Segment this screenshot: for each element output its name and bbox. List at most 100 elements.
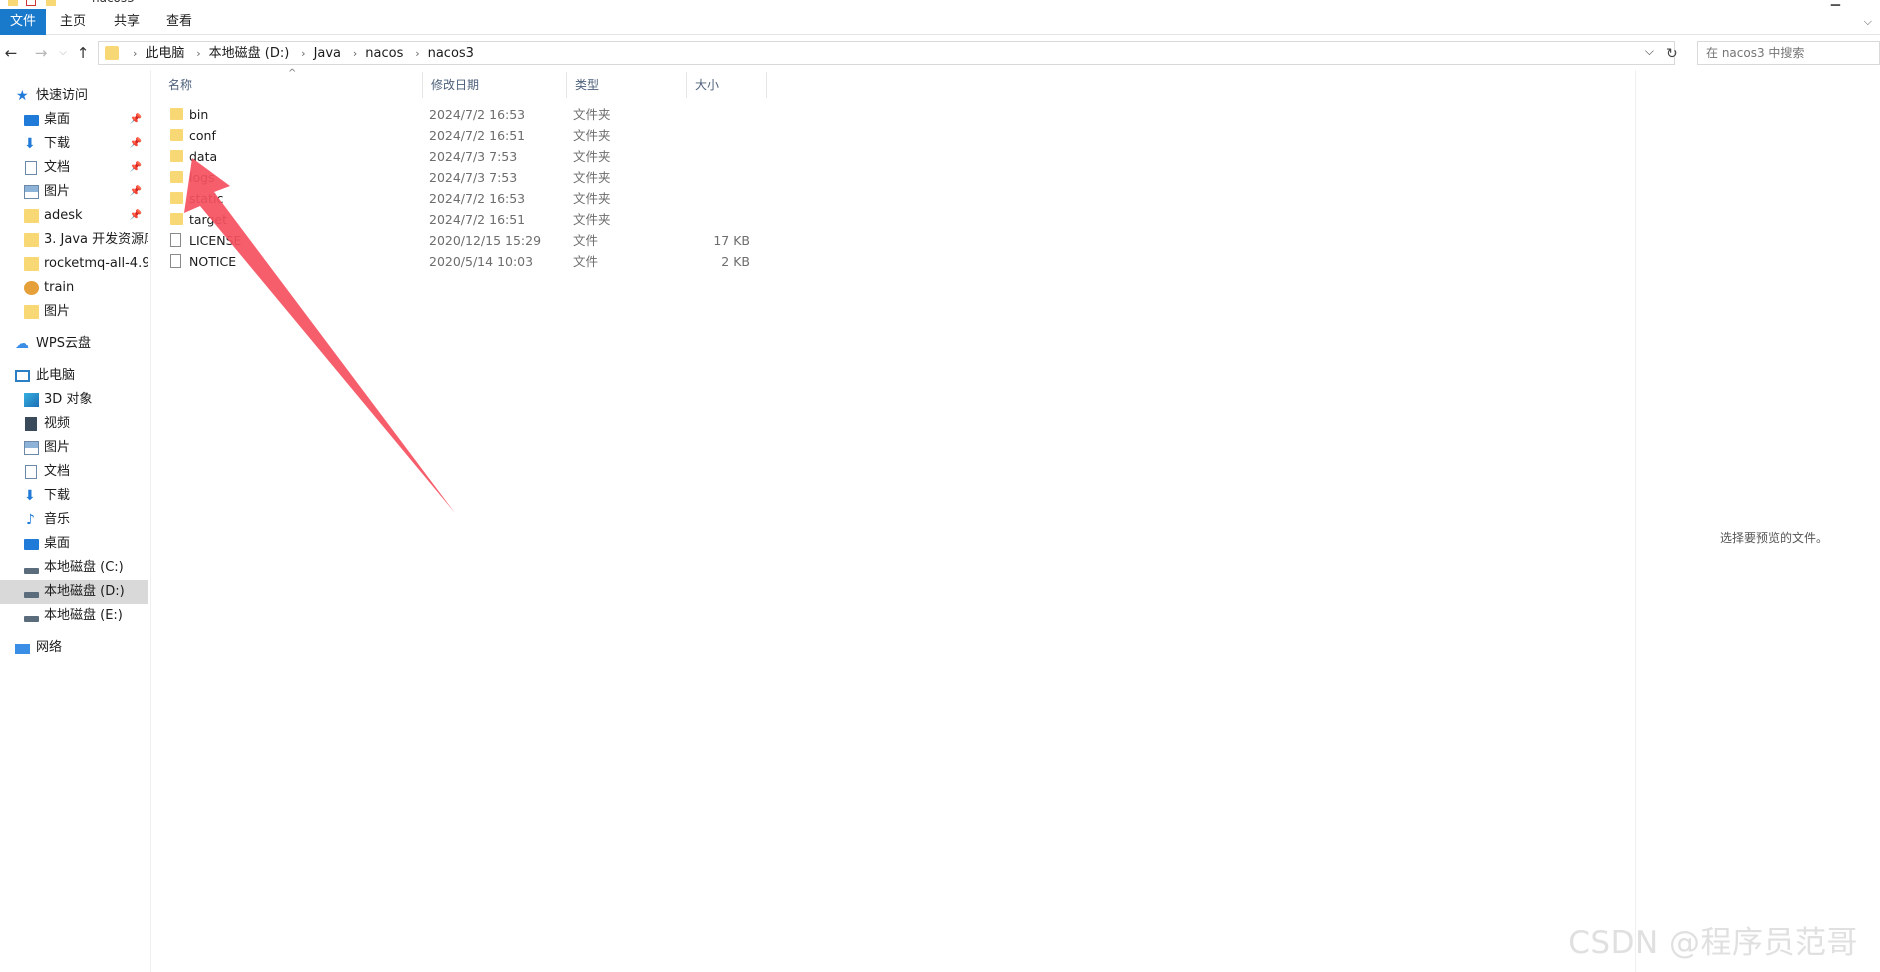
star-icon: ★ <box>16 88 29 104</box>
refresh-icon[interactable]: ↻ <box>1666 46 1678 62</box>
sidebar-item-label: 文档 <box>44 160 71 175</box>
sidebar-item-quick-access[interactable]: ★ 快速访问 <box>0 84 148 108</box>
picture-icon <box>24 441 39 455</box>
file-row[interactable]: data 2024/7/3 7:53 文件夹 <box>160 146 770 167</box>
sidebar-item-java-resources[interactable]: 3. Java 开发资源库 <box>0 228 148 252</box>
sidebar-item-train[interactable]: train <box>0 276 148 300</box>
drive-icon <box>24 616 39 622</box>
chevron-right-icon[interactable]: › <box>415 47 419 60</box>
sidebar-item-pc-desktop[interactable]: 桌面 <box>0 532 148 556</box>
desktop-icon <box>24 115 39 126</box>
chevron-down-icon[interactable]: ⌵ <box>1864 15 1872 29</box>
file-name: NOTICE <box>189 254 237 269</box>
file-size: 2 KB <box>721 254 750 269</box>
sidebar-item-label: adesk <box>44 208 83 223</box>
breadcrumb-nacos3[interactable]: nacos3 <box>428 46 474 61</box>
sidebar-item-label: 下载 <box>44 136 71 151</box>
column-name[interactable]: 名称 <box>160 72 423 98</box>
breadcrumb-drive-d[interactable]: 本地磁盘 (D:) <box>209 46 290 61</box>
pane-divider[interactable] <box>150 70 151 972</box>
pin-icon: 📌 <box>129 114 142 125</box>
sidebar-item-downloads[interactable]: ⬇ 下载 📌 <box>0 132 148 156</box>
column-type[interactable]: 类型 <box>567 72 687 98</box>
up-arrow-icon[interactable]: ↑ <box>72 42 94 64</box>
chevron-right-icon[interactable]: › <box>133 47 137 60</box>
document-icon <box>25 465 37 479</box>
tab-view[interactable]: 查看 <box>156 9 202 35</box>
new-folder-icon[interactable] <box>46 0 56 6</box>
search-box[interactable] <box>1697 41 1880 65</box>
file-row[interactable]: logs 2024/7/3 7:53 文件夹 <box>160 167 770 188</box>
sidebar-item-rocketmq[interactable]: rocketmq-all-4.9.5 <box>0 252 148 276</box>
address-dropdown-icon[interactable]: ⌵ <box>1645 44 1654 59</box>
sidebar-item-pictures[interactable]: 图片 📌 <box>0 180 148 204</box>
sidebar-item-pictures-folder[interactable]: 图片 <box>0 300 148 324</box>
tab-home[interactable]: 主页 <box>50 9 96 35</box>
file-modified: 2024/7/2 16:51 <box>429 212 526 227</box>
sidebar-item-drive-c[interactable]: 本地磁盘 (C:) <box>0 556 148 580</box>
pin-icon: 📌 <box>129 162 142 173</box>
file-type: 文件夹 <box>573 128 611 143</box>
sidebar-item-3d-objects[interactable]: 3D 对象 <box>0 388 148 412</box>
folder-icon <box>170 150 183 162</box>
search-input[interactable] <box>1698 42 1868 64</box>
sidebar-item-documents[interactable]: 文档 📌 <box>0 156 148 180</box>
file-row[interactable]: LICENSE 2020/12/15 15:29 文件 17 KB <box>160 230 770 251</box>
music-icon: ♪ <box>26 512 35 528</box>
file-modified: 2024/7/2 16:53 <box>429 107 526 122</box>
sidebar-item-drive-e[interactable]: 本地磁盘 (E:) <box>0 604 148 628</box>
tab-file[interactable]: 文件 <box>0 9 46 35</box>
sidebar-item-adesk[interactable]: adesk 📌 <box>0 204 148 228</box>
pin-icon: 📌 <box>129 186 142 197</box>
chevron-right-icon[interactable]: › <box>196 47 200 60</box>
breadcrumb-this-pc[interactable]: 此电脑 <box>145 46 184 61</box>
file-row[interactable]: static 2024/7/2 16:53 文件夹 <box>160 188 770 209</box>
properties-icon[interactable] <box>26 0 36 6</box>
tab-share[interactable]: 共享 <box>104 9 150 35</box>
recent-locations-chevron-icon[interactable]: ⌵ <box>52 42 74 64</box>
folder-icon <box>24 305 39 319</box>
breadcrumb: › 此电脑 › 本地磁盘 (D:) › Java › nacos › nacos3 <box>125 42 474 64</box>
sidebar-item-wps-cloud[interactable]: ☁ WPS云盘 <box>0 332 148 356</box>
file-row[interactable]: target 2024/7/2 16:51 文件夹 <box>160 209 770 230</box>
sidebar-item-desktop[interactable]: 桌面 📌 <box>0 108 148 132</box>
file-name: data <box>189 149 218 164</box>
file-row[interactable]: NOTICE 2020/5/14 10:03 文件 2 KB <box>160 251 770 272</box>
sidebar-item-drive-d[interactable]: 本地磁盘 (D:) <box>0 580 148 604</box>
navigation-bar: ← → ⌵ ↑ › 此电脑 › 本地磁盘 (D:) › Java › nacos › na… <box>0 38 1880 68</box>
back-arrow-icon[interactable]: ← <box>0 42 22 64</box>
navigation-pane: ★ 快速访问 桌面 📌 ⬇ 下载 📌 文档 📌 图片 📌 adesk 📌 3. … <box>0 84 150 972</box>
folder-icon <box>170 129 183 141</box>
sidebar-item-label: 快速访问 <box>36 88 89 103</box>
sidebar-item-this-pc[interactable]: 此电脑 <box>0 364 148 388</box>
file-type: 文件 <box>573 233 599 248</box>
forward-arrow-icon[interactable]: → <box>30 42 52 64</box>
file-type: 文件夹 <box>573 212 611 227</box>
preview-pane-divider[interactable] <box>1635 70 1636 972</box>
sidebar-item-videos[interactable]: 视频 <box>0 412 148 436</box>
ribbon: 文件 主页 共享 查看 ⌵ <box>0 9 1880 35</box>
file-row[interactable]: bin 2024/7/2 16:53 文件夹 <box>160 104 770 125</box>
file-modified: 2020/12/15 15:29 <box>429 233 542 248</box>
sidebar-item-network[interactable]: 网络 <box>0 636 148 660</box>
sidebar-item-pc-documents[interactable]: 文档 <box>0 460 148 484</box>
minimize-icon[interactable]: ▁ <box>1831 0 1840 6</box>
file-type: 文件夹 <box>573 191 611 206</box>
sidebar-item-pc-pictures[interactable]: 图片 <box>0 436 148 460</box>
column-modified[interactable]: 修改日期 <box>423 72 567 98</box>
breadcrumb-nacos[interactable]: nacos <box>365 46 403 61</box>
breadcrumb-java[interactable]: Java <box>314 46 341 61</box>
file-name: bin <box>189 107 209 122</box>
chevron-right-icon[interactable]: › <box>353 47 357 60</box>
sidebar-item-label: 图片 <box>44 304 71 319</box>
address-bar[interactable]: › 此电脑 › 本地磁盘 (D:) › Java › nacos › nacos3 ⌵ <box>98 41 1675 65</box>
sidebar-item-label: 桌面 <box>44 536 71 551</box>
chevron-right-icon[interactable]: › <box>301 47 305 60</box>
file-name: conf <box>189 128 216 143</box>
drive-icon <box>24 592 39 598</box>
column-size[interactable]: 大小 <box>687 72 767 98</box>
sidebar-item-pc-downloads[interactable]: ⬇ 下载 <box>0 484 148 508</box>
folder-warning-icon <box>24 281 39 295</box>
file-row[interactable]: conf 2024/7/2 16:51 文件夹 <box>160 125 770 146</box>
sidebar-item-music[interactable]: ♪ 音乐 <box>0 508 148 532</box>
